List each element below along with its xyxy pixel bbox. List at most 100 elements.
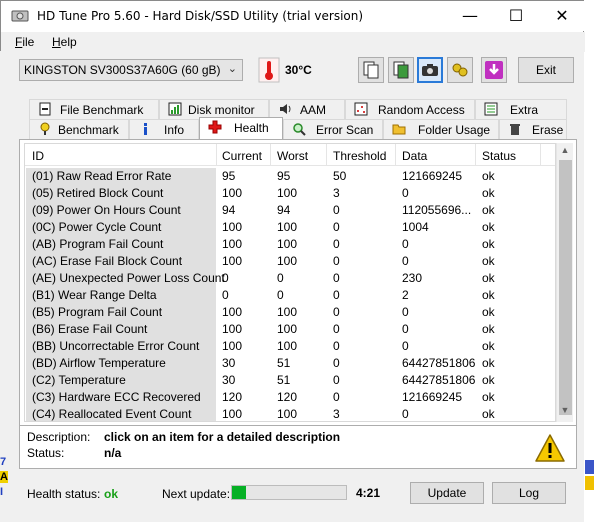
table-row[interactable]: (AE) Unexpected Power Loss Count 0 0 0 230 ok: [25, 270, 555, 287]
description-value: click on an item for a detailed descript…: [104, 430, 341, 444]
table-row[interactable]: (09) Power On Hours Count 94 94 0 112055696.…: [25, 202, 555, 219]
cell-current: 95: [222, 169, 236, 183]
smart-attributes-table[interactable]: ID Current Worst Threshold Data Status (…: [24, 143, 556, 422]
tab-benchmark[interactable]: Benchmark: [29, 119, 129, 139]
copy-text-button[interactable]: [358, 57, 384, 83]
cell-current: 0: [222, 271, 229, 285]
cell-data: 2: [402, 288, 409, 302]
random-access-icon: [354, 102, 368, 116]
table-row[interactable]: (AC) Erase Fail Block Count 100 100 0 0 ok: [25, 253, 555, 270]
cell-id: (AB) Program Fail Count: [26, 236, 216, 253]
cell-threshold: 0: [333, 356, 340, 370]
table-row[interactable]: (BB) Uncorrectable Error Count 100 100 0 0 ok: [25, 338, 555, 355]
cell-id: (B6) Erase Fail Count: [26, 321, 216, 338]
tab-file-benchmark[interactable]: File Benchmark: [29, 99, 159, 119]
copy-icon: [363, 61, 379, 79]
tab-erase[interactable]: Erase: [499, 119, 567, 139]
cell-status: ok: [482, 407, 495, 421]
column-header-id[interactable]: ID: [32, 149, 44, 163]
cell-threshold: 3: [333, 186, 340, 200]
column-header-status[interactable]: Status: [482, 149, 516, 163]
title-bar[interactable]: HD Tune Pro 5.60 - Hard Disk/SSD Utility…: [1, 1, 585, 31]
tab-health[interactable]: Health: [199, 117, 283, 139]
table-row[interactable]: (C2) Temperature 30 51 0 64427851806 ok: [25, 372, 555, 389]
cell-current: 100: [222, 305, 243, 319]
table-row[interactable]: (B1) Wear Range Delta 0 0 0 2 ok: [25, 287, 555, 304]
tab-label: File Benchmark: [60, 103, 144, 117]
cell-status: ok: [482, 169, 495, 183]
options-icon: [452, 63, 468, 77]
tab-error-scan[interactable]: Error Scan: [283, 119, 383, 139]
column-divider[interactable]: [216, 144, 217, 166]
speaker-icon: [280, 104, 291, 114]
temperature-value: 30°C: [285, 63, 312, 77]
table-row[interactable]: (B5) Program Fail Count 100 100 0 0 ok: [25, 304, 555, 321]
column-header-current[interactable]: Current: [222, 149, 262, 163]
scroll-down-icon[interactable]: ▼: [557, 405, 573, 419]
cell-status: ok: [482, 356, 495, 370]
table-row[interactable]: (C3) Hardware ECC Recovered 120 120 0 121669…: [25, 389, 555, 406]
table-row[interactable]: (B6) Erase Fail Count 100 100 0 0 ok: [25, 321, 555, 338]
cell-threshold: 0: [333, 288, 340, 302]
cell-status: ok: [482, 237, 495, 251]
table-row[interactable]: (0C) Power Cycle Count 100 100 0 1004 ok: [25, 219, 555, 236]
cell-threshold: 0: [333, 339, 340, 353]
cell-id: (BB) Uncorrectable Error Count: [26, 338, 216, 355]
tab-disk-monitor[interactable]: Disk monitor: [159, 99, 269, 119]
table-row[interactable]: (01) Raw Read Error Rate 95 95 50 121669245 o…: [25, 168, 555, 185]
tab-folder-usage[interactable]: Folder Usage: [383, 119, 499, 139]
update-button[interactable]: Update: [410, 482, 484, 504]
cell-worst: 100: [277, 305, 298, 319]
cell-threshold: 0: [333, 271, 340, 285]
maximize-button[interactable]: ☐: [493, 1, 539, 31]
column-header-worst[interactable]: Worst: [277, 149, 308, 163]
column-divider[interactable]: [395, 144, 396, 166]
column-divider[interactable]: [475, 144, 476, 166]
vertical-scrollbar[interactable]: ▲ ▼: [556, 143, 573, 422]
column-divider[interactable]: [540, 144, 541, 166]
cell-status: ok: [482, 186, 495, 200]
tab-aam[interactable]: AAM: [269, 99, 345, 119]
cell-id: (C2) Temperature: [26, 372, 216, 389]
cell-status: ok: [482, 288, 495, 302]
exit-button[interactable]: Exit: [518, 57, 574, 83]
table-row[interactable]: (AB) Program Fail Count 100 100 0 0 ok: [25, 236, 555, 253]
scroll-up-icon[interactable]: ▲: [557, 145, 573, 159]
scrollbar-thumb[interactable]: [559, 160, 572, 415]
menu-file[interactable]: File: [15, 35, 34, 49]
minimize-button[interactable]: —: [447, 1, 493, 31]
log-button[interactable]: Log: [492, 482, 566, 504]
copy-all-button[interactable]: [388, 57, 414, 83]
save-button[interactable]: [481, 57, 507, 83]
tab-extra-tests[interactable]: Extra tests: [475, 99, 567, 131]
column-header-data[interactable]: Data: [402, 149, 427, 163]
column-header-threshold[interactable]: Threshold: [333, 149, 386, 163]
update-countdown: 4:21: [356, 486, 381, 500]
table-row[interactable]: (05) Retired Block Count 100 100 3 0 ok: [25, 185, 555, 202]
cell-current: 100: [222, 237, 243, 251]
tab-info[interactable]: Info: [129, 119, 199, 139]
screenshot-button[interactable]: [417, 57, 443, 83]
thermometer-icon: [258, 57, 280, 83]
tab-random-access[interactable]: Random Access: [345, 99, 475, 119]
cell-status: ok: [482, 373, 495, 387]
cell-status: ok: [482, 305, 495, 319]
background-fragment: 7: [0, 456, 7, 468]
background-fragment: A: [0, 471, 8, 483]
options-button[interactable]: [447, 57, 473, 83]
status-label: Status:: [27, 446, 65, 460]
table-row[interactable]: (BD) Airflow Temperature 30 51 0 64427851806…: [25, 355, 555, 372]
chevron-down-icon: ⌄: [227, 63, 237, 75]
trash-icon: [510, 124, 520, 135]
column-divider[interactable]: [270, 144, 271, 166]
menu-bar: File Help: [1, 32, 585, 52]
column-divider[interactable]: [326, 144, 327, 166]
cell-worst: 95: [277, 169, 291, 183]
close-button[interactable]: ✕: [539, 1, 585, 31]
window-title: HD Tune Pro 5.60 - Hard Disk/SSD Utility…: [37, 9, 364, 23]
update-progress-fill: [232, 486, 246, 499]
drive-select[interactable]: KINGSTON SV300S37A60G (60 gB) ⌄: [19, 59, 243, 81]
menu-help[interactable]: Help: [52, 35, 77, 49]
table-row[interactable]: (C4) Reallocated Event Count 100 100 3 0 ok: [25, 406, 555, 421]
menu-help-accelerator: H: [52, 35, 61, 49]
